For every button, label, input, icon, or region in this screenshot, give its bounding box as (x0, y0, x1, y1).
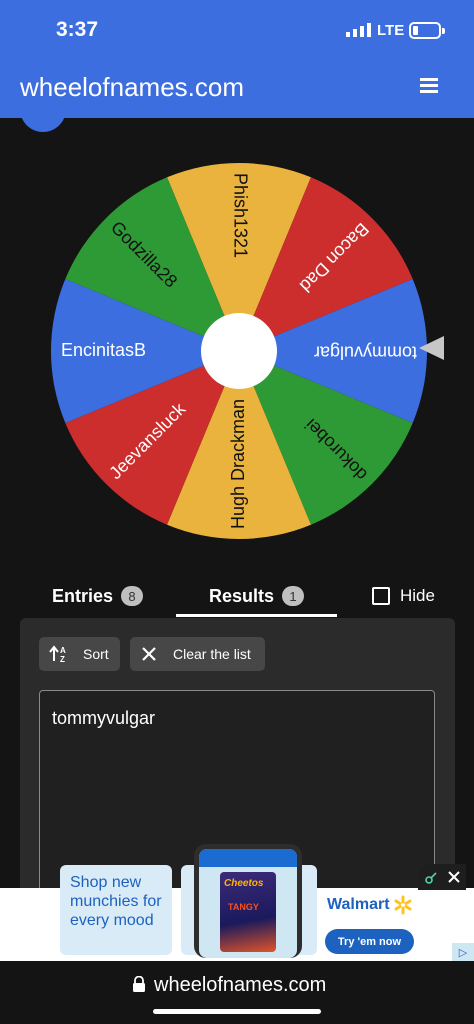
wheel-segment-label: tommyvulgar (314, 342, 417, 362)
tab-entries[interactable]: Entries 8 (52, 574, 144, 618)
status-bar: 3:37 LTE (0, 0, 474, 56)
wheel-segment-label: EncinitasB (61, 340, 146, 360)
wheel-pointer-icon (419, 336, 444, 360)
hamburger-icon[interactable] (420, 76, 442, 96)
adchoices-icon[interactable]: ▷ (452, 943, 474, 961)
wheel-segment-label: Hugh Drackman (228, 399, 248, 529)
ad-product-flavor: TANGY (228, 902, 259, 912)
screen: 3:37 LTE wheelofnames.com Phish1321 Bacon… (0, 0, 474, 1024)
wheel-graphic[interactable]: Phish1321 Bacon DadtommyvulgardokurobeiHu… (47, 159, 431, 543)
home-indicator[interactable] (153, 1009, 321, 1014)
svg-text:A: A (60, 646, 66, 655)
network-type: LTE (377, 22, 405, 39)
tab-entries-label: Entries (52, 585, 114, 606)
battery-icon (409, 22, 445, 39)
wheel-center-hub[interactable] (201, 313, 277, 389)
tab-bar: Entries 8 Results 1 Hide (0, 574, 474, 618)
site-title[interactable]: wheelofnames.com (20, 72, 244, 103)
ad-product-brand: Cheetos (224, 878, 264, 889)
browser-url: wheelofnames.com (154, 974, 327, 996)
hide-label: Hide (400, 586, 435, 605)
app-header: wheelofnames.com (0, 56, 474, 118)
status-time: 3:37 (56, 18, 99, 41)
walmart-spark-icon (394, 895, 412, 915)
svg-text:Z: Z (60, 655, 65, 663)
ad-cta-button[interactable]: Try 'em now (325, 929, 414, 954)
floating-action-button[interactable] (20, 100, 66, 132)
wheel-segment-label: Phish1321 (230, 173, 250, 258)
results-count-badge: 1 (282, 586, 305, 606)
sort-button[interactable]: A Z Sort (39, 637, 120, 671)
hide-checkbox[interactable]: Hide (372, 574, 435, 618)
spin-wheel[interactable]: Phish1321 Bacon Dad tommyvulgar dokurobei Hu… (47, 159, 431, 543)
ad-close-icon[interactable] (448, 871, 460, 883)
advertiser-logo: Walmart (327, 896, 390, 913)
signal-icon (346, 23, 371, 37)
close-icon (142, 647, 156, 661)
ad-tagline: Shop new munchies for every mood (70, 874, 162, 929)
clear-list-button[interactable]: Clear the list (130, 637, 265, 671)
ad-text-tile[interactable]: Shop new munchies for every mood (60, 865, 172, 955)
clear-list-label: Clear the list (173, 646, 251, 662)
sort-icon: A Z (49, 645, 66, 663)
ad-controls (418, 864, 466, 890)
entries-count-badge: 8 (121, 586, 144, 606)
checkbox-icon[interactable] (372, 587, 390, 605)
sort-label: Sort (83, 646, 109, 662)
tab-results-label: Results (209, 585, 275, 606)
ad-info-icon[interactable] (424, 869, 440, 885)
tab-results[interactable]: Results 1 (209, 574, 305, 618)
lock-icon (133, 976, 145, 992)
ad-product-image: Cheetos TANGY (220, 872, 276, 952)
browser-url-bar[interactable]: wheelofnames.com (0, 961, 474, 1024)
active-tab-indicator (176, 614, 337, 617)
